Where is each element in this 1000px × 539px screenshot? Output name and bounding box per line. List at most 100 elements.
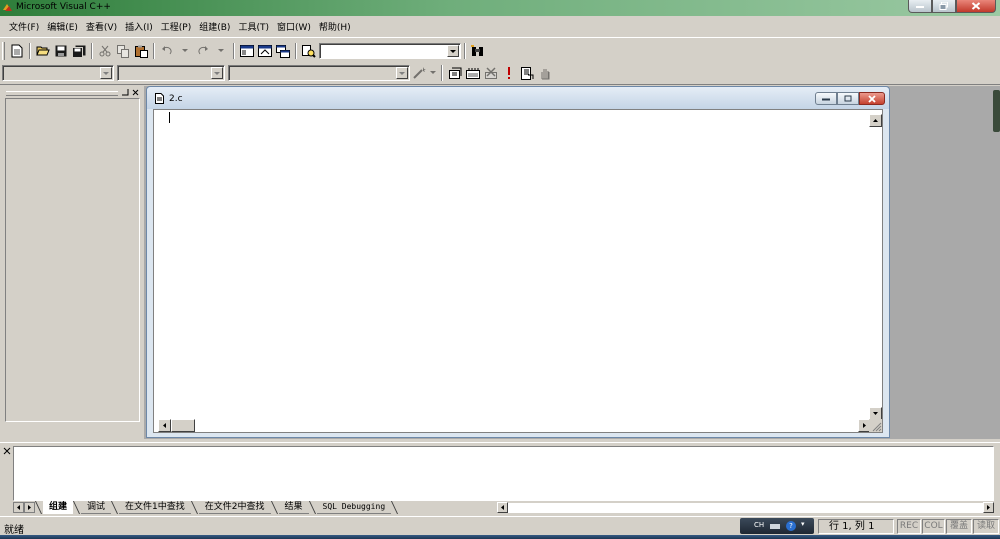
side-gadget: [993, 90, 1000, 132]
menu-view[interactable]: 查看(V): [85, 20, 118, 33]
tab-sql-debugging[interactable]: SQL Debugging: [316, 501, 392, 514]
workspace-icon: [240, 45, 254, 57]
find-in-files-icon: [302, 44, 316, 58]
taskbar: [0, 535, 1000, 539]
title-bar[interactable]: Microsoft Visual C++: [0, 0, 1000, 16]
toolbar-separator: [441, 65, 443, 81]
output-close-button[interactable]: [3, 447, 11, 455]
menu-build[interactable]: 组建(B): [198, 20, 231, 33]
build-button[interactable]: [465, 65, 481, 81]
code-editor[interactable]: [153, 109, 883, 433]
stop-build-icon: [485, 67, 497, 79]
folder-open-icon: [36, 46, 50, 56]
ime-language[interactable]: CH: [754, 521, 764, 529]
stop-build-button[interactable]: [483, 65, 499, 81]
mdi-client-area: 2.c: [144, 86, 1000, 439]
output-pane: 组建 调试 在文件1中查找 在文件2中查找 结果 SQL Debugging: [0, 442, 1000, 515]
wizard-actions-button[interactable]: [411, 65, 427, 81]
compile-icon: [448, 67, 461, 79]
menu-window[interactable]: 窗口(W): [276, 20, 312, 33]
scroll-left-button[interactable]: [497, 502, 508, 513]
tab-find-in-files-2[interactable]: 在文件2中查找: [198, 501, 271, 514]
wizard-member-combo[interactable]: [228, 65, 410, 81]
restore-button[interactable]: [932, 0, 956, 13]
wizard-class-dropdown[interactable]: [100, 67, 112, 79]
new-file-button[interactable]: [9, 43, 25, 59]
compile-button[interactable]: [447, 65, 463, 81]
output-button[interactable]: [257, 43, 273, 59]
find-in-files-button[interactable]: [301, 43, 317, 59]
editor-vertical-scrollbar[interactable]: [869, 114, 882, 420]
menu-project[interactable]: 工程(P): [160, 20, 192, 33]
copy-button[interactable]: [115, 43, 131, 59]
scroll-up-button[interactable]: [869, 114, 882, 127]
scroll-right-button[interactable]: [983, 502, 994, 513]
standard-toolbar: [2, 40, 487, 62]
save-button[interactable]: [53, 43, 69, 59]
horizontal-scroll-thumb[interactable]: [171, 419, 195, 432]
wizard-class-combo[interactable]: [2, 65, 114, 81]
window-list-button[interactable]: [275, 43, 291, 59]
editor-close-button[interactable]: [859, 92, 885, 105]
redo-button[interactable]: [195, 43, 211, 59]
workspace-pane-header[interactable]: [4, 88, 140, 98]
menu-edit[interactable]: 编辑(E): [46, 20, 79, 33]
tab-find-in-files-1[interactable]: 在文件1中查找: [119, 501, 191, 514]
toolbar-grip[interactable]: [2, 42, 5, 60]
breakpoint-button[interactable]: [537, 65, 553, 81]
save-all-button[interactable]: [71, 43, 87, 59]
scroll-left-button[interactable]: [158, 419, 171, 432]
menu-tools[interactable]: 工具(T): [237, 20, 270, 33]
scroll-right-icon: [28, 505, 31, 510]
editor-horizontal-scrollbar[interactable]: [158, 419, 871, 432]
wizard-filter-dropdown[interactable]: [211, 67, 223, 79]
execute-button[interactable]: [501, 65, 517, 81]
help-icon[interactable]: ?: [786, 521, 796, 531]
paste-button[interactable]: [133, 43, 149, 59]
tab-scroll-right[interactable]: [24, 502, 35, 513]
minimize-icon: [822, 98, 830, 100]
menu-insert[interactable]: 插入(I): [124, 20, 154, 33]
find-combo[interactable]: [319, 43, 461, 59]
workspace-tree[interactable]: [5, 98, 140, 422]
output-text-area[interactable]: [13, 446, 994, 501]
wizard-actions-dropdown[interactable]: [429, 65, 437, 81]
language-bar[interactable]: CH ? ▾: [740, 518, 814, 534]
output-horizontal-scrollbar[interactable]: [497, 502, 994, 513]
redo-dropdown[interactable]: [213, 43, 229, 59]
close-button[interactable]: [956, 0, 996, 13]
close-icon: [971, 2, 981, 10]
find-combo-dropdown[interactable]: [447, 45, 459, 57]
new-file-icon: [11, 44, 23, 58]
language-bar-options-icon[interactable]: ▾: [801, 520, 805, 528]
pane-close-button[interactable]: [131, 89, 140, 98]
tab-build[interactable]: 组建: [43, 501, 74, 514]
editor-window-titlebar[interactable]: 2.c: [147, 87, 889, 109]
menu-bar: 文件(F) 编辑(E) 查看(V) 插入(I) 工程(P) 组建(B) 工具(T…: [0, 16, 1000, 38]
wizard-member-dropdown[interactable]: [396, 67, 408, 79]
indicator-read: 读取: [973, 519, 999, 534]
cut-button[interactable]: [97, 43, 113, 59]
resize-grip-icon: [872, 422, 882, 432]
wizard-filter-combo[interactable]: [117, 65, 225, 81]
tab-debug[interactable]: 调试: [81, 501, 112, 514]
pane-grip[interactable]: [6, 91, 118, 96]
go-button[interactable]: [519, 65, 535, 81]
toolbar-separator: [233, 43, 235, 59]
find-button[interactable]: [470, 43, 486, 59]
keyboard-icon[interactable]: [770, 524, 780, 529]
minimize-button[interactable]: [908, 0, 932, 13]
undo-dropdown[interactable]: [177, 43, 193, 59]
editor-window[interactable]: 2.c: [146, 86, 890, 438]
editor-restore-button[interactable]: [837, 92, 859, 105]
resize-grip[interactable]: [869, 419, 882, 432]
tab-scroll-left[interactable]: [13, 502, 24, 513]
editor-minimize-button[interactable]: [815, 92, 837, 105]
menu-file[interactable]: 文件(F): [8, 20, 40, 33]
undo-button[interactable]: [159, 43, 175, 59]
pane-restore-button[interactable]: [121, 89, 130, 98]
workspace-button[interactable]: [239, 43, 255, 59]
menu-help[interactable]: 帮助(H): [318, 20, 352, 33]
open-button[interactable]: [35, 43, 51, 59]
tab-results[interactable]: 结果: [278, 501, 309, 514]
